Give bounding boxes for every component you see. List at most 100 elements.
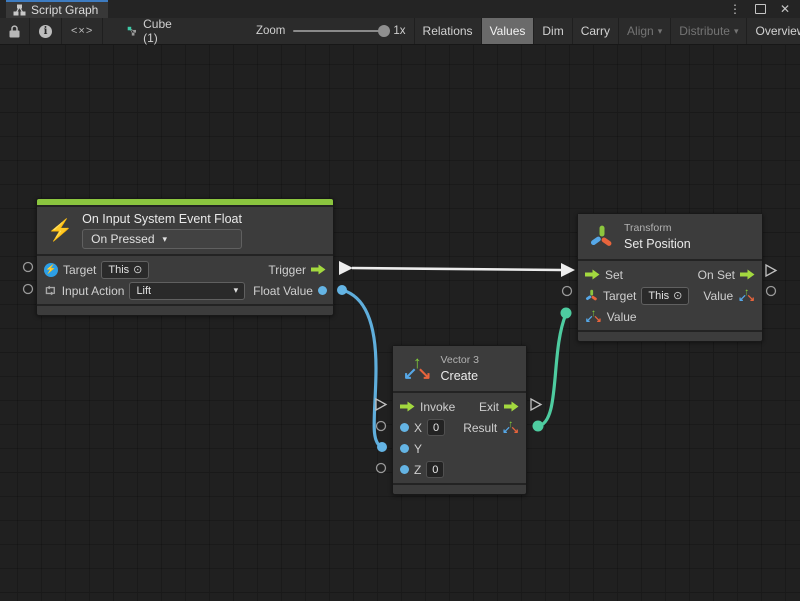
setposition-target-chip[interactable]: This ⊙ <box>641 287 689 305</box>
x-port[interactable] <box>400 423 409 432</box>
value-in-port-dot[interactable] <box>561 308 572 319</box>
tab-label: Script Graph <box>31 3 98 17</box>
event-target-row: ⚡ Target This ⊙ Trigger <box>37 259 333 280</box>
info-icon: i <box>39 25 52 38</box>
target-picker-icon: ⊙ <box>673 289 682 302</box>
carry-button[interactable]: Carry <box>573 18 619 44</box>
setposition-target-row: Target This ⊙ Value ↑↙↘ <box>578 285 762 306</box>
vector3-title: Create <box>441 369 480 383</box>
setposition-node-footer <box>578 332 762 341</box>
event-target-object-chip[interactable]: This ⊙ <box>101 261 149 279</box>
event-mode-dropdown[interactable]: On Pressed ▾ <box>82 229 242 249</box>
onset-outer-port[interactable] <box>766 265 776 276</box>
event-node-body: ⚡ Target This ⊙ Trigger <box>37 256 333 304</box>
setposition-target-label: Target <box>603 289 636 303</box>
event-inputaction-outer-port[interactable] <box>24 285 33 294</box>
trigger-flow-port[interactable] <box>311 264 326 275</box>
trigger-port-arrow[interactable] <box>339 261 353 275</box>
exit-outer-port[interactable] <box>531 399 541 410</box>
lock-button[interactable] <box>0 18 30 44</box>
event-target-outer-port[interactable] <box>24 263 33 272</box>
input-action-dropdown[interactable]: Lift ▾ <box>129 282 245 300</box>
vector3-z-row: Z 0 <box>393 459 526 480</box>
z-port[interactable] <box>400 465 409 474</box>
node-set-position[interactable]: Transform Set Position Set On Set <box>577 213 763 342</box>
float-value-port-dot[interactable] <box>337 285 347 295</box>
z-value-field[interactable]: 0 <box>426 461 444 478</box>
float-value-port[interactable] <box>318 286 327 295</box>
float-value-label: Float Value <box>253 284 313 298</box>
invoke-flow-port[interactable] <box>400 401 415 412</box>
chevron-down-icon: ▾ <box>734 26 739 37</box>
set-port-arrow[interactable] <box>561 263 575 277</box>
value-out-outer-port[interactable] <box>767 287 776 296</box>
zoom-control: Zoom 1x <box>248 18 414 44</box>
wire-result-to-value[interactable] <box>533 308 572 432</box>
graph-asset-icon <box>127 24 137 38</box>
on-set-flow-port[interactable] <box>740 269 755 280</box>
vector3-node-body: Invoke Exit X 0 Result ↑↙↘ <box>393 393 526 483</box>
align-button[interactable]: Align▾ <box>619 18 671 44</box>
node-on-input-system-event-float[interactable]: ⚡ On Input System Event Float On Pressed… <box>36 198 334 316</box>
vector3-flow-row: Invoke Exit <box>393 396 526 417</box>
menu-kebab-icon[interactable]: ⋮ <box>729 3 741 15</box>
event-node-footer <box>37 306 333 315</box>
z-label: Z <box>414 463 421 477</box>
zoom-slider[interactable] <box>293 30 385 32</box>
vector3-port-icon[interactable]: ↑↙↘ <box>502 422 519 433</box>
invoke-outer-port[interactable] <box>376 399 386 410</box>
lightning-icon: ⚡ <box>47 220 73 241</box>
setposition-title: Set Position <box>624 237 691 251</box>
result-label: Result <box>463 421 497 435</box>
window-controls: ⋮ ✕ <box>729 0 800 18</box>
distribute-button[interactable]: Distribute▾ <box>671 18 747 44</box>
x-outer-port[interactable] <box>377 422 386 431</box>
values-button[interactable]: Values <box>482 18 535 44</box>
target-label: Target <box>63 263 96 277</box>
setposition-node-header[interactable]: Transform Set Position <box>578 214 762 259</box>
on-set-label: On Set <box>698 268 735 282</box>
y-port[interactable] <box>400 444 409 453</box>
tab-bar: Script Graph ⋮ ✕ <box>0 0 800 18</box>
event-node-header[interactable]: ⚡ On Input System Event Float On Pressed… <box>37 207 333 254</box>
vector3-port-icon[interactable]: ↑↙↘ <box>738 290 755 301</box>
overview-button[interactable]: Overview <box>747 18 800 44</box>
toolbar-toggles: Relations Values Dim Carry Align▾ Distri… <box>414 18 800 44</box>
zoom-slider-handle[interactable] <box>378 25 390 37</box>
setposition-target-outer-port[interactable] <box>563 287 572 296</box>
node-vector3-create[interactable]: ↑↙↘ Vector 3 Create Invoke Exit <box>392 345 527 495</box>
x-value-field[interactable]: 0 <box>427 419 445 436</box>
set-label: Set <box>605 268 623 282</box>
info-button[interactable]: i <box>30 18 62 44</box>
y-port-dot[interactable] <box>377 442 387 452</box>
value-in-label: Value <box>607 310 637 324</box>
graph-reference[interactable]: Cube (1) <box>115 18 188 44</box>
lock-icon <box>9 25 20 38</box>
invoke-label: Invoke <box>420 400 455 414</box>
script-graph-icon <box>13 4 26 16</box>
setposition-node-body: Set On Set Target <box>578 261 762 330</box>
relations-button[interactable]: Relations <box>414 18 482 44</box>
target-picker-icon: ⊙ <box>133 263 142 276</box>
fit-icon: <×> <box>71 25 93 37</box>
fit-window-button[interactable]: <×> <box>62 18 103 44</box>
close-icon[interactable]: ✕ <box>780 3 790 15</box>
vector3-port-icon[interactable]: ↑↙↘ <box>585 311 602 322</box>
graph-canvas[interactable]: ⚡ On Input System Event Float On Pressed… <box>0 0 800 601</box>
wire-trigger-to-set[interactable] <box>339 261 575 277</box>
transform-icon <box>588 223 615 250</box>
wire-floatvalue-to-y[interactable] <box>337 285 387 452</box>
z-outer-port[interactable] <box>377 464 386 473</box>
maximize-icon[interactable] <box>755 4 766 14</box>
set-flow-port[interactable] <box>585 269 600 280</box>
result-port-dot[interactable] <box>533 421 544 432</box>
tab-script-graph[interactable]: Script Graph <box>6 0 108 18</box>
vector3-node-header[interactable]: ↑↙↘ Vector 3 Create <box>393 346 526 391</box>
input-system-icon: ⚡ <box>44 263 58 277</box>
value-out-label: Value <box>703 289 733 303</box>
exit-flow-port[interactable] <box>504 401 519 412</box>
event-node-title: On Input System Event Float <box>82 212 242 226</box>
chevron-down-icon: ▾ <box>163 234 168 245</box>
dim-button[interactable]: Dim <box>534 18 572 44</box>
setposition-value-row: ↑↙↘ Value <box>578 306 762 327</box>
